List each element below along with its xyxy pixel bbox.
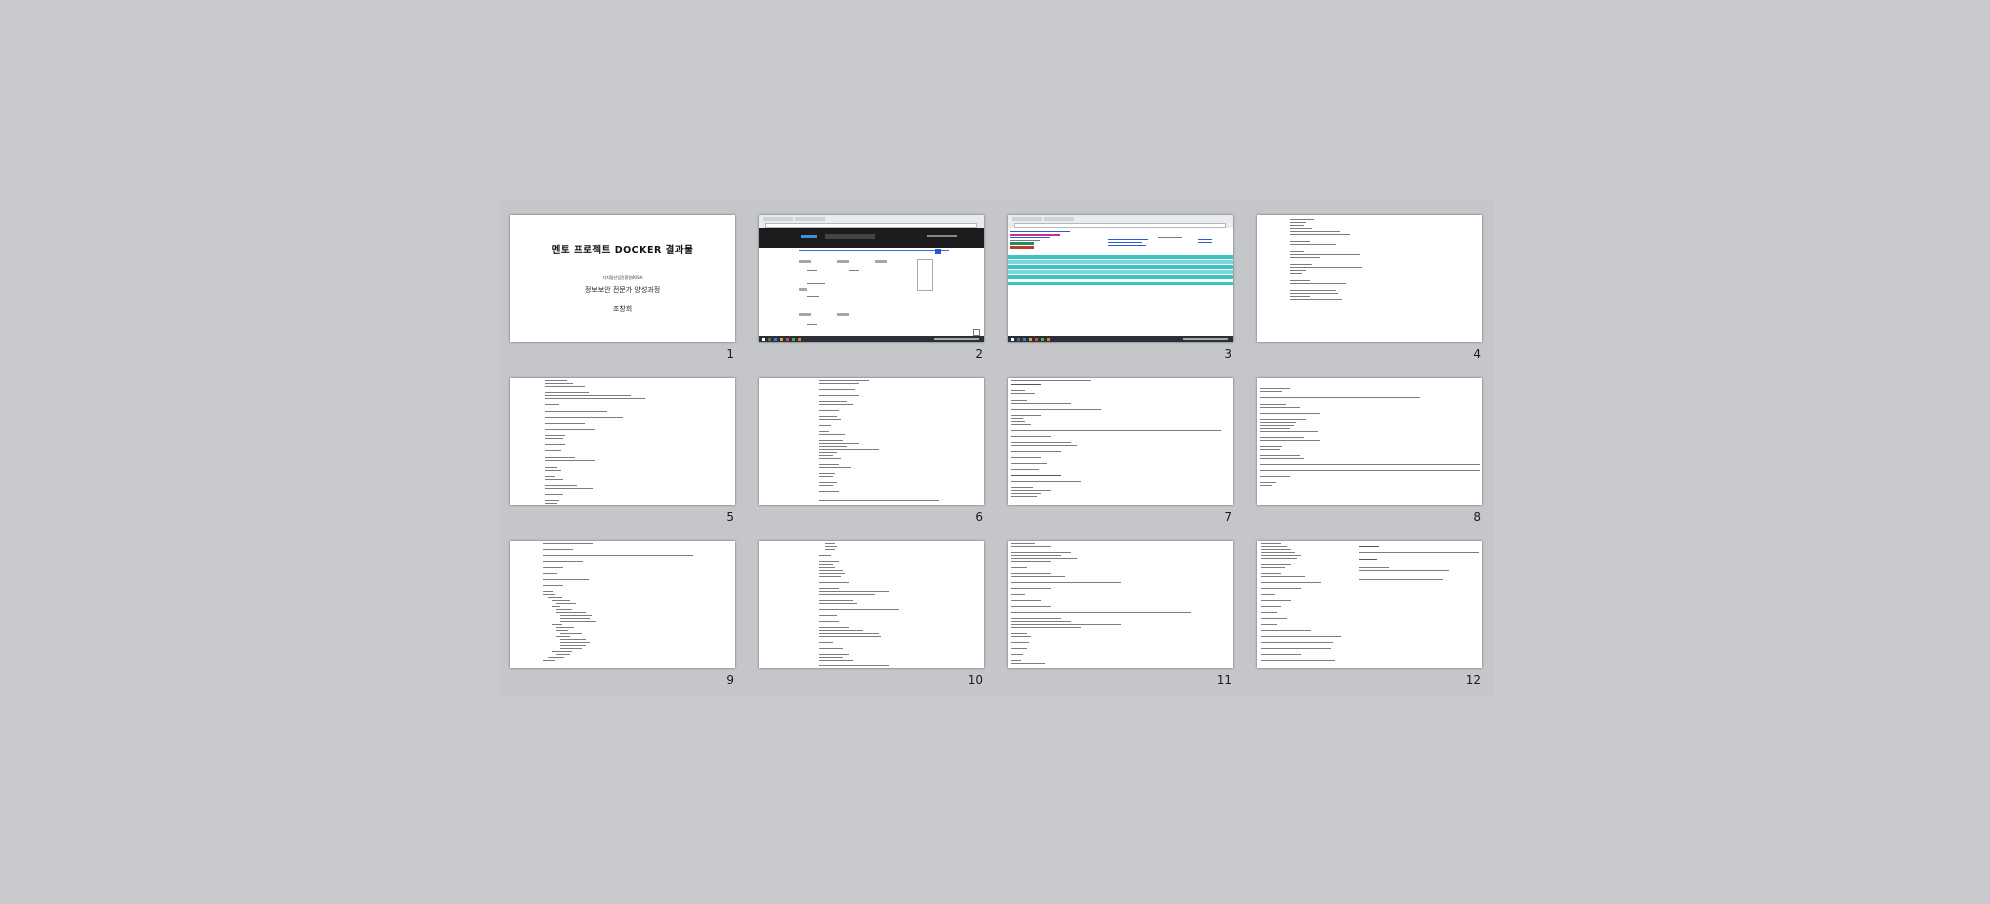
slide-thumbnail-9[interactable]: 9: [510, 541, 750, 691]
slide-number: 5: [726, 510, 734, 524]
browser-chrome: [759, 215, 984, 228]
slide-thumbnail-10[interactable]: 10: [759, 541, 999, 691]
slide-number: 9: [726, 673, 734, 687]
slide-canvas: [1257, 215, 1482, 342]
slide-number: 12: [1465, 673, 1481, 687]
slide-sorter-panel: 멘토 프로젝트 DOCKER 결과물 디지털산업진흥원/KISA 정보보안 전문…: [500, 200, 1493, 696]
slide-canvas: [1008, 215, 1233, 342]
slide-title: 멘토 프로젝트 DOCKER 결과물: [551, 245, 694, 256]
slide-canvas: [759, 215, 984, 342]
slide-thumbnail-3[interactable]: 3: [1008, 215, 1248, 365]
browser-chrome: [1008, 215, 1233, 228]
slide-canvas: [759, 541, 984, 668]
slide-canvas: 멘토 프로젝트 DOCKER 결과물 디지털산업진흥원/KISA 정보보안 전문…: [510, 215, 735, 342]
slide-thumbnail-11[interactable]: 11: [1008, 541, 1248, 691]
slide-number: 7: [1224, 510, 1232, 524]
slide-thumbnail-8[interactable]: 8: [1257, 378, 1497, 528]
slide-course: 정보보안 전문가 양성과정: [584, 286, 661, 294]
slide-canvas: [1008, 541, 1233, 668]
taskbar: [1008, 336, 1233, 342]
slide-canvas: [510, 541, 735, 668]
slide-thumbnail-2[interactable]: 2: [759, 215, 999, 365]
slide-author: 조창희: [612, 305, 633, 313]
taskbar: [759, 336, 984, 342]
slide-number: 1: [726, 347, 734, 361]
slide-number: 4: [1473, 347, 1481, 361]
slide-canvas: [759, 378, 984, 505]
slide-canvas: [1008, 378, 1233, 505]
slide-number: 8: [1473, 510, 1481, 524]
slide-thumbnail-7[interactable]: 7: [1008, 378, 1248, 528]
slide-thumbnail-12[interactable]: 12: [1257, 541, 1497, 691]
slide-number: 10: [967, 673, 983, 687]
slide-thumbnail-5[interactable]: 5: [510, 378, 750, 528]
slide-thumbnail-4[interactable]: 4: [1257, 215, 1497, 365]
slide-number: 11: [1216, 673, 1232, 687]
slide-organization: 디지털산업진흥원/KISA: [602, 275, 643, 280]
slide-canvas: [1257, 541, 1482, 668]
slide-thumbnail-6[interactable]: 6: [759, 378, 999, 528]
slide-number: 2: [975, 347, 983, 361]
slide-thumbnail-1[interactable]: 멘토 프로젝트 DOCKER 결과물 디지털산업진흥원/KISA 정보보안 전문…: [510, 215, 750, 365]
slide-number: 3: [1224, 347, 1232, 361]
docker-hub-header: [759, 228, 984, 248]
slide-canvas: [510, 378, 735, 505]
slide-canvas: [1257, 378, 1482, 505]
slide-number: 6: [975, 510, 983, 524]
